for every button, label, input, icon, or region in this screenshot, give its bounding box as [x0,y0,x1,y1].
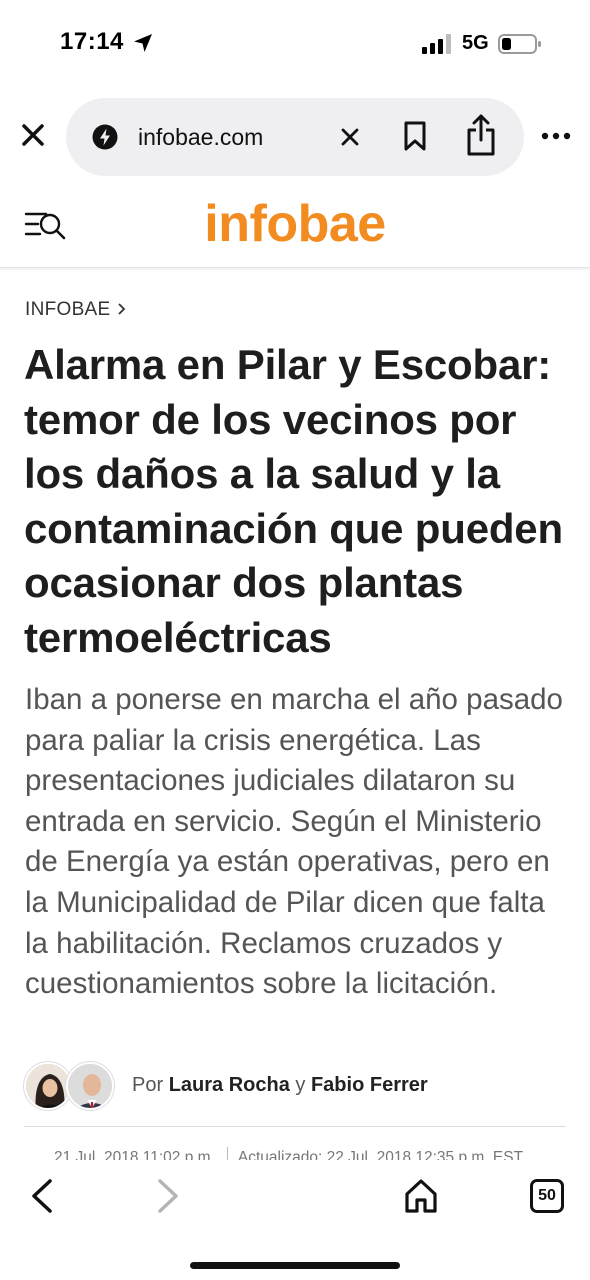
breadcrumb-label: INFOBAE [25,299,111,320]
author-avatar-laura-rocha[interactable] [24,1062,72,1110]
home-icon[interactable] [404,1178,438,1214]
clear-url-icon[interactable] [338,125,362,149]
browser-toolbar: 50 [0,1160,590,1280]
battery-icon [498,34,541,54]
bookmark-icon[interactable] [402,120,428,152]
back-icon[interactable] [28,1178,56,1214]
browser-address-bar: infobae.com [0,96,590,178]
byline: Por Laura Rocha y Fabio Ferrer [132,1074,428,1097]
breadcrumb[interactable]: INFOBAE [25,299,127,321]
author-avatar-fabio-ferrer[interactable] [66,1062,114,1110]
site-lightning-icon [92,124,118,150]
infobae-logo[interactable]: infobae [0,194,590,254]
status-bar: 17:14 5G [0,0,590,90]
tabs-icon[interactable]: 50 [530,1179,564,1213]
share-icon[interactable] [466,114,496,156]
author-name-2[interactable]: Fabio Ferrer [311,1074,428,1096]
signal-icon [422,34,451,54]
author-name-1[interactable]: Laura Rocha [169,1074,290,1096]
site-header: infobae [0,186,590,268]
url-text: infobae.com [138,124,264,150]
chevron-right-icon [117,303,125,315]
status-time: 17:14 [60,28,124,55]
byline-join: y [295,1074,306,1096]
close-icon[interactable] [18,120,48,150]
article-headline: Alarma en Pilar y Escobar: temor de los … [24,341,563,661]
author-row: Por Laura Rocha y Fabio Ferrer [24,1062,566,1114]
more-icon[interactable] [540,130,572,142]
home-indicator [190,1262,400,1269]
url-field[interactable]: infobae.com [66,98,524,176]
network-label: 5G [462,32,489,54]
divider [24,1126,566,1127]
byline-prefix: Por [132,1074,164,1096]
location-arrow-icon [134,34,152,52]
forward-icon[interactable] [154,1178,182,1214]
article-summary: Iban a ponerse en marcha el año pasado p… [25,683,563,1001]
